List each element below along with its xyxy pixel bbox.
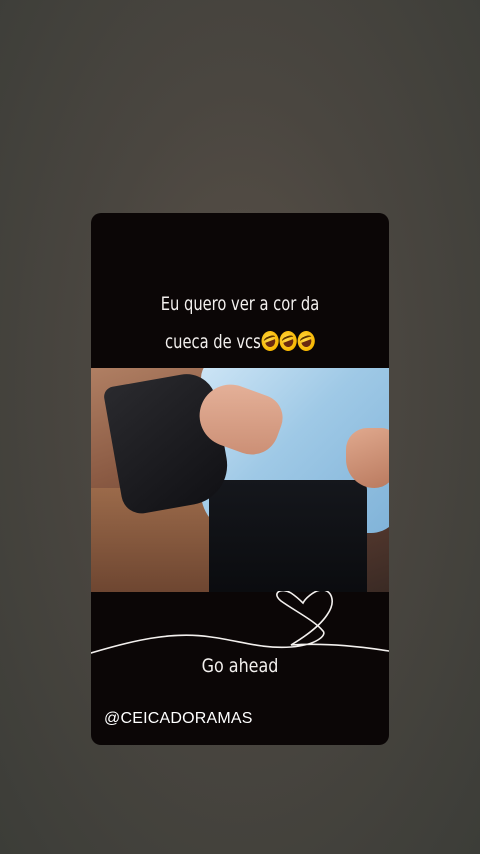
caption-line-2-text: cueca de vcs bbox=[165, 331, 261, 353]
laughing-emoji-icon bbox=[259, 328, 282, 354]
laughing-emoji-icon bbox=[295, 328, 318, 354]
footer-text: Go ahead bbox=[201, 655, 279, 677]
laughing-emoji-icon bbox=[277, 328, 300, 354]
photo-pants bbox=[209, 480, 367, 592]
account-handle: @CEICADORAMAS bbox=[104, 710, 253, 727]
story-card: Eu quero ver a cor da cueca de vcs Go ah… bbox=[91, 213, 389, 745]
story-caption: Eu quero ver a cor da cueca de vcs bbox=[112, 285, 368, 361]
heart-line-decoration-icon bbox=[91, 591, 389, 654]
caption-line-2: cueca de vcs bbox=[112, 323, 368, 361]
story-photo bbox=[91, 368, 389, 592]
caption-line-1: Eu quero ver a cor da bbox=[160, 293, 320, 315]
